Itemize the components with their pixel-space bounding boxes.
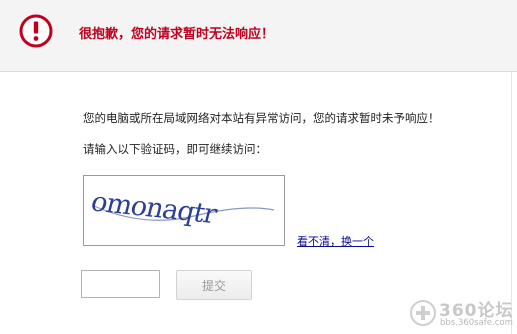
- watermark-url: bbs.360safe.com: [440, 318, 513, 328]
- captcha-input[interactable]: [81, 270, 160, 298]
- forum-watermark: 360论坛 bbs.360safe.com: [409, 296, 513, 332]
- captcha-image: omonaqtr: [83, 175, 285, 246]
- shield-plus-icon: [410, 300, 436, 326]
- right-divider: [511, 72, 512, 334]
- error-title: 很抱歉，您的请求暂时无法响应！: [79, 27, 275, 42]
- captcha-text: omonaqtr: [88, 187, 220, 230]
- error-message: 您的电脑或所在局域网络对本站有异常访问，您的请求暂时未予响应！: [83, 111, 440, 125]
- alert-circle-icon: [19, 14, 53, 48]
- page-header: 很抱歉，您的请求暂时无法响应！: [0, 0, 517, 72]
- captcha-instruction: 请输入以下验证码，即可继续访问：: [83, 142, 267, 156]
- refresh-captcha-link[interactable]: 看不清，换一个: [297, 233, 374, 249]
- submit-button[interactable]: 提交: [176, 270, 252, 300]
